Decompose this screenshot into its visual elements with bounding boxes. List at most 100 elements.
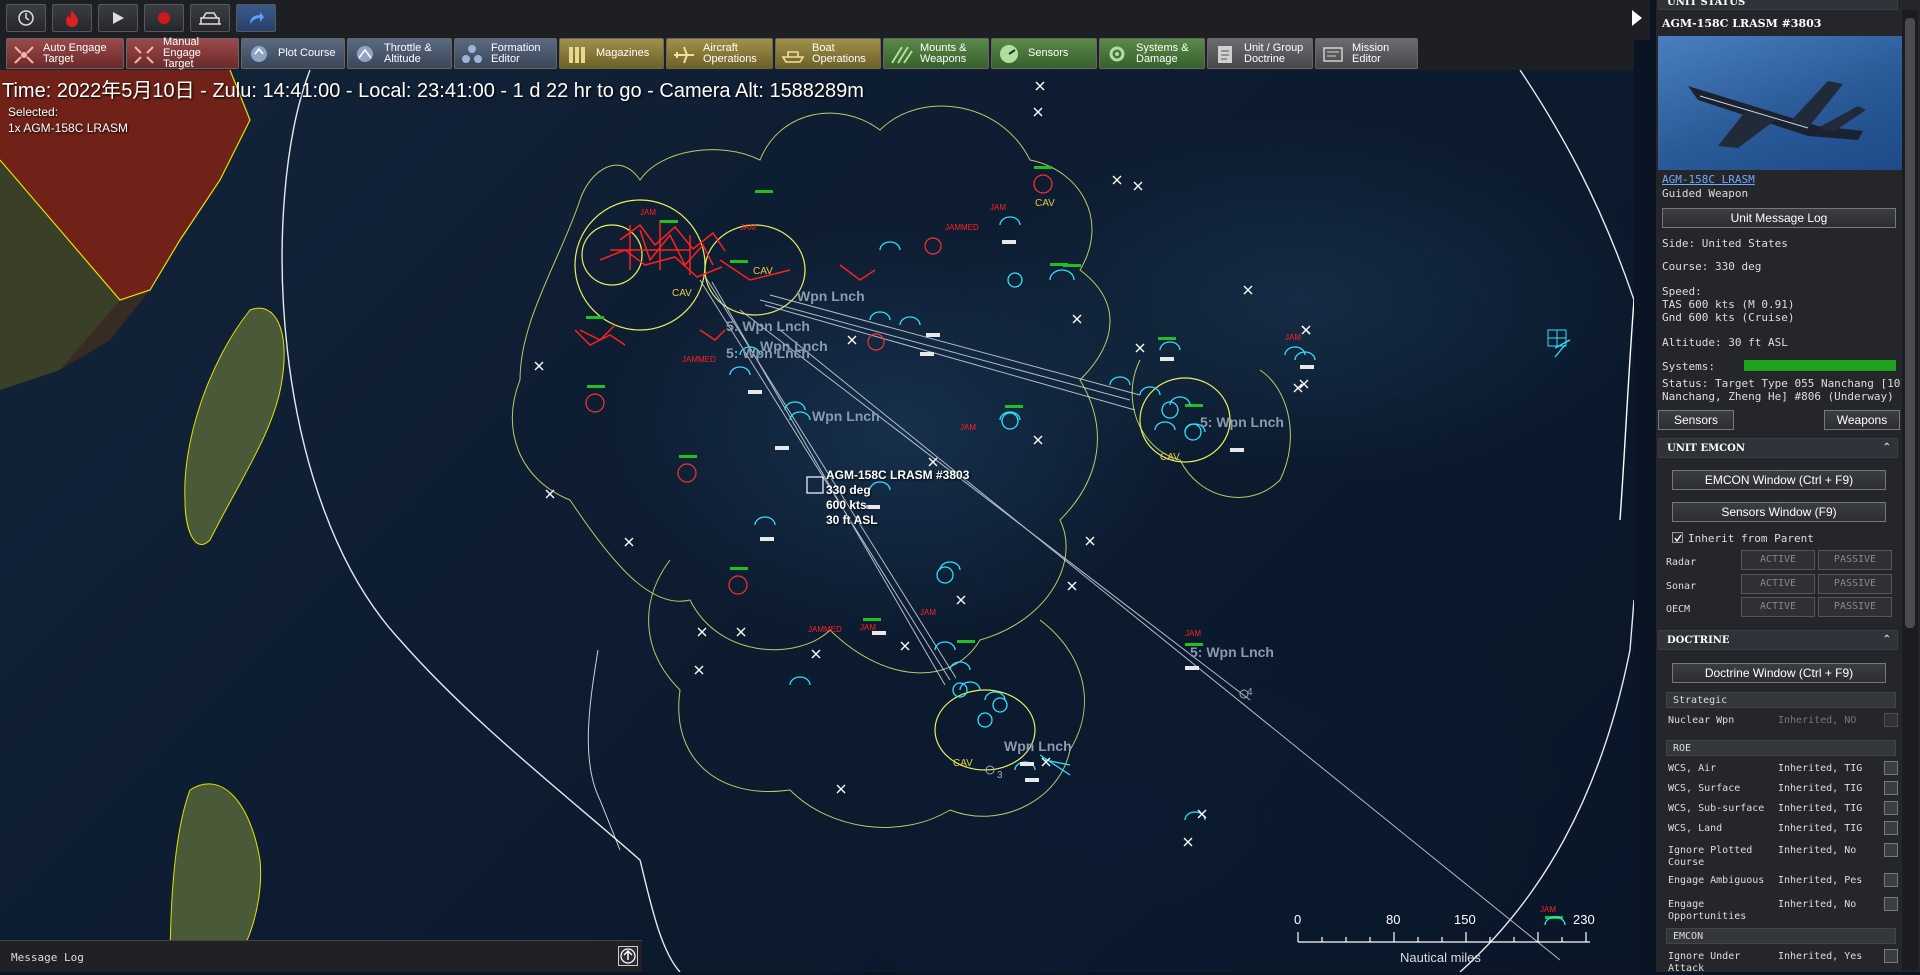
fire-icon[interactable] bbox=[52, 4, 92, 32]
inherit-checkbox[interactable] bbox=[1672, 532, 1683, 543]
wpn-lnch-label: Wpn Lnch bbox=[812, 408, 880, 424]
throttle-altitude-button[interactable]: Throttle & Altitude bbox=[347, 38, 452, 69]
doctrine-value: Inherited, No bbox=[1778, 899, 1857, 910]
weapons-button[interactable]: Weapons bbox=[1824, 410, 1900, 430]
doctrine-key: Ignore Under Attack bbox=[1668, 951, 1741, 974]
jam-label: JAM bbox=[640, 208, 656, 217]
altitude-icon bbox=[352, 43, 378, 65]
jam-label: JAM bbox=[740, 223, 756, 232]
sensors-button[interactable]: Sensors bbox=[991, 38, 1097, 69]
callout-speed: 600 kts bbox=[826, 498, 867, 512]
collapse-chevron-icon[interactable]: ⌃ bbox=[1883, 634, 1891, 645]
bridge-icon[interactable] bbox=[190, 4, 230, 32]
doctrine-row[interactable]: WCS, Air Inherited, TIG bbox=[1668, 760, 1898, 778]
doctrine-row[interactable]: WCS, Surface Inherited, TIG bbox=[1668, 780, 1898, 798]
clock-icon[interactable] bbox=[6, 4, 46, 32]
boat-operations-button[interactable]: Boat Operations bbox=[775, 38, 881, 69]
message-log-bar[interactable]: Message Log bbox=[0, 940, 642, 972]
oecm-active-toggle[interactable]: ACTIVE bbox=[1741, 597, 1815, 617]
doctrine-row[interactable]: Engage Ambiguous Inherited, Pes bbox=[1668, 872, 1898, 890]
doctrine-row[interactable]: WCS, Land Inherited, TIG bbox=[1668, 820, 1898, 838]
doctrine-key: Engage Opportunities bbox=[1668, 899, 1747, 922]
panel-collapse-button[interactable] bbox=[1624, 0, 1650, 40]
jam-label: JAM bbox=[1285, 333, 1301, 342]
compass-icon bbox=[246, 43, 272, 65]
magazines-button[interactable]: Magazines bbox=[559, 38, 664, 69]
formation-editor-label: Formation Editor bbox=[491, 41, 541, 65]
wpn-lnch-label: Wpn Lnch bbox=[1004, 738, 1072, 754]
redo-icon[interactable] bbox=[236, 4, 276, 32]
unit-class-link[interactable]: AGM-158C LRASM bbox=[1662, 173, 1755, 186]
scale-unit: Nautical miles bbox=[1400, 950, 1481, 965]
scale-tick: 230 bbox=[1573, 912, 1595, 927]
dropdown-icon[interactable] bbox=[1884, 873, 1898, 887]
doctrine-window-button[interactable]: Doctrine Window (Ctrl + F9) bbox=[1672, 663, 1886, 683]
waypoint-number: 3 bbox=[997, 770, 1003, 781]
doctrine-row[interactable]: Ignore Plotted Course Inherited, No bbox=[1668, 842, 1898, 868]
sensors-window-button[interactable]: Sensors Window (F9) bbox=[1672, 502, 1886, 522]
radar-active-toggle[interactable]: ACTIVE bbox=[1741, 550, 1815, 570]
sensors-button[interactable]: Sensors bbox=[1658, 410, 1734, 430]
dropdown-icon[interactable] bbox=[1884, 713, 1898, 727]
doctrine-key: Nuclear Wpn bbox=[1668, 715, 1735, 726]
emcon-window-button[interactable]: EMCON Window (Ctrl + F9) bbox=[1672, 470, 1886, 490]
tactical-map[interactable]: JAM JAM JAM JAM JAM JAM JAM JAM JAMMED J… bbox=[0, 70, 1634, 972]
sonar-passive-toggle[interactable]: PASSIVE bbox=[1818, 574, 1892, 594]
selection-info: Selected: 1x AGM-158C LRASM bbox=[8, 104, 128, 136]
dropdown-icon[interactable] bbox=[1884, 843, 1898, 857]
dropdown-icon[interactable] bbox=[1884, 949, 1898, 963]
waypoint-number: 4 bbox=[1247, 687, 1253, 698]
unit-callout[interactable]: AGM-158C LRASM #3803 330 deg 600 kts 30 … bbox=[826, 468, 969, 528]
dropdown-icon[interactable] bbox=[1884, 897, 1898, 911]
mission-editor-button[interactable]: Mission Editor bbox=[1315, 38, 1418, 69]
doctrine-value: Inherited, NO bbox=[1778, 715, 1857, 726]
doctrine-row-ignore-under-attack[interactable]: Ignore Under Attack Inherited, Yes bbox=[1668, 948, 1898, 974]
manual-engage-button[interactable]: Manual Engage Target bbox=[126, 37, 239, 70]
doctrine-row[interactable]: WCS, Sub-surface Inherited, TIG bbox=[1668, 800, 1898, 818]
doctrine-value: Inherited, TIG bbox=[1778, 783, 1863, 794]
oecm-passive-toggle[interactable]: PASSIVE bbox=[1818, 597, 1892, 617]
sonar-active-toggle[interactable]: ACTIVE bbox=[1741, 574, 1815, 594]
mounts-weapons-label: Mounts & Weapons bbox=[920, 41, 967, 65]
mounts-weapons-button[interactable]: Mounts & Weapons bbox=[883, 38, 989, 69]
sensors-label: Sensors bbox=[1028, 47, 1069, 59]
play-icon[interactable] bbox=[98, 4, 138, 32]
formation-editor-button[interactable]: Formation Editor bbox=[454, 38, 557, 69]
panel-scrollbar[interactable] bbox=[1902, 10, 1918, 970]
emcon-row-name: Sonar bbox=[1666, 581, 1697, 592]
dropdown-icon[interactable] bbox=[1884, 781, 1898, 795]
doctrine-value: Inherited, TIG bbox=[1778, 763, 1863, 774]
strategic-subheader: Strategic bbox=[1666, 692, 1896, 708]
main-toolbar: Auto Engage Target Manual Engage Target Pl… bbox=[0, 0, 1634, 70]
expand-log-icon[interactable] bbox=[618, 946, 638, 966]
selected-label: Selected: bbox=[8, 105, 59, 119]
systems-damage-button[interactable]: Systems & Damage bbox=[1099, 38, 1205, 69]
unit-photo bbox=[1658, 36, 1902, 170]
unit-emcon-header[interactable]: UNIT EMCON ⌃ bbox=[1658, 438, 1898, 458]
missile-image bbox=[1688, 81, 1866, 148]
doctrine-header[interactable]: DOCTRINE ⌃ bbox=[1658, 630, 1898, 650]
doctrine-row[interactable]: Engage Opportunities Inherited, No bbox=[1668, 896, 1898, 922]
scrollbar-thumb[interactable] bbox=[1905, 18, 1915, 628]
dropdown-icon[interactable] bbox=[1884, 801, 1898, 815]
record-icon[interactable] bbox=[144, 4, 184, 32]
doctrine-row-nuclear[interactable]: Nuclear Wpn Inherited, NO bbox=[1668, 712, 1898, 730]
collapse-chevron-icon[interactable]: ⌃ bbox=[1883, 442, 1891, 453]
plot-course-button[interactable]: Plot Course bbox=[241, 38, 345, 69]
auto-engage-button[interactable]: Auto Engage Target bbox=[6, 38, 124, 69]
unit-status: Status: Target Type 055 Nanchang [101 Na… bbox=[1662, 377, 1908, 403]
doctrine-key: WCS, Sub-surface bbox=[1668, 803, 1765, 814]
roe-subheader: ROE bbox=[1666, 740, 1896, 756]
plot-course-label: Plot Course bbox=[278, 47, 336, 59]
unit-group-doctrine-button[interactable]: Unit / Group Doctrine bbox=[1207, 38, 1313, 69]
radar-passive-toggle[interactable]: PASSIVE bbox=[1818, 550, 1892, 570]
cav-label: CAV bbox=[1035, 198, 1055, 209]
cav-label: CAV bbox=[953, 758, 973, 769]
dropdown-icon[interactable] bbox=[1884, 821, 1898, 835]
doctrine-value: Inherited, Pes bbox=[1778, 875, 1863, 886]
unit-message-log-button[interactable]: Unit Message Log bbox=[1662, 208, 1896, 228]
callout-name: AGM-158C LRASM #3803 bbox=[826, 468, 970, 482]
aircraft-operations-button[interactable]: Aircraft Operations bbox=[666, 38, 773, 69]
jammed-label: JAMMED bbox=[808, 625, 842, 634]
dropdown-icon[interactable] bbox=[1884, 761, 1898, 775]
